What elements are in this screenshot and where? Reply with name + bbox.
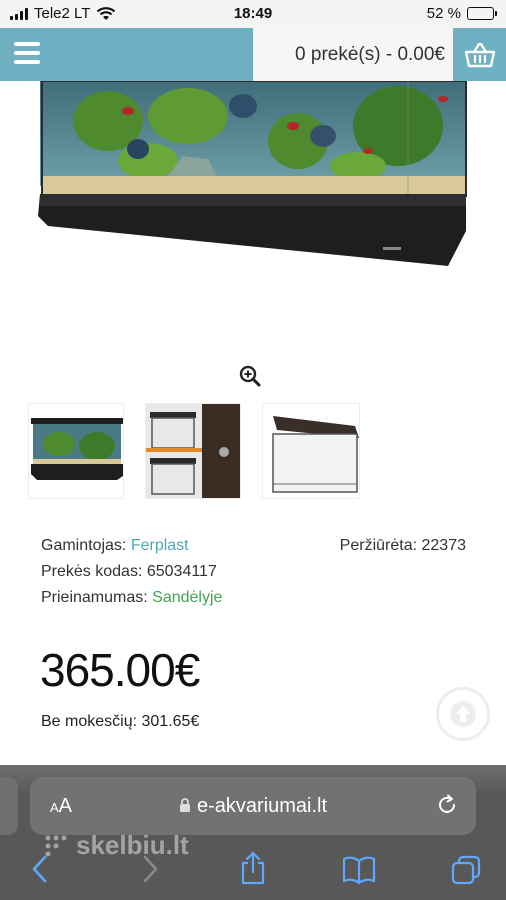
hamburger-menu-icon (14, 42, 40, 69)
tax-label: Be mokesčių: (41, 713, 138, 730)
product-price: 365.00€ (40, 644, 200, 696)
zoom-in-icon[interactable] (238, 364, 262, 388)
battery-percent: 52 % (426, 5, 461, 22)
product-code-row: Prekės kodas: 65034117 (41, 563, 217, 581)
cart-summary[interactable]: 0 prekė(s) - 0.00€ (253, 28, 453, 81)
price-without-tax: Be mokesčių: 301.65€ (41, 713, 199, 731)
availability-value: Sandėlyje (152, 589, 223, 606)
battery-icon (467, 7, 497, 20)
site-header: 0 prekė(s) - 0.00€ (0, 28, 506, 81)
forward-icon[interactable] (138, 853, 162, 885)
availability-row: Prieinamumas: Sandėlyje (41, 589, 222, 607)
views-label: Peržiūrėta: (339, 537, 418, 554)
tax-value: 301.65€ (141, 713, 200, 730)
views-count: 22373 (421, 537, 467, 554)
basket-icon (464, 42, 495, 67)
aquarium-thumbnail[interactable] (28, 403, 124, 499)
arrow-up-icon (450, 701, 476, 727)
availability-label: Prieinamumas: (41, 589, 148, 606)
views-row: Peržiūrėta: 22373 (340, 537, 466, 555)
aquarium-tank-thumbnail[interactable] (262, 403, 360, 499)
previous-tab-edge[interactable] (0, 777, 18, 835)
status-bar: Tele2 LT 18:49 52 % (0, 0, 506, 28)
product-code-value: 65034117 (146, 563, 217, 580)
back-icon[interactable] (28, 853, 52, 885)
menu-button[interactable] (0, 28, 253, 81)
skelbiu-watermark: skelbiu.lt (44, 830, 189, 861)
product-code-label: Prekės kodas: (41, 563, 143, 580)
reload-icon[interactable] (436, 794, 458, 816)
product-main-image[interactable] (28, 81, 478, 351)
lock-icon (179, 798, 190, 812)
bookmarks-icon[interactable] (342, 856, 376, 884)
manufacturer-row: Gamintojas: Ferplast (41, 537, 189, 555)
aquarium-covers-thumbnail[interactable] (145, 403, 241, 499)
scroll-to-top-button[interactable] (436, 687, 490, 741)
manufacturer-label: Gamintojas: (41, 537, 127, 554)
address-bar[interactable]: AA e-akvariumai.lt (30, 777, 476, 835)
tabs-icon[interactable] (450, 854, 482, 886)
manufacturer-link[interactable]: Ferplast (131, 537, 189, 554)
cart-button[interactable] (453, 28, 506, 81)
share-icon[interactable] (238, 851, 268, 885)
address-domain[interactable]: e-akvariumai.lt (30, 795, 476, 818)
